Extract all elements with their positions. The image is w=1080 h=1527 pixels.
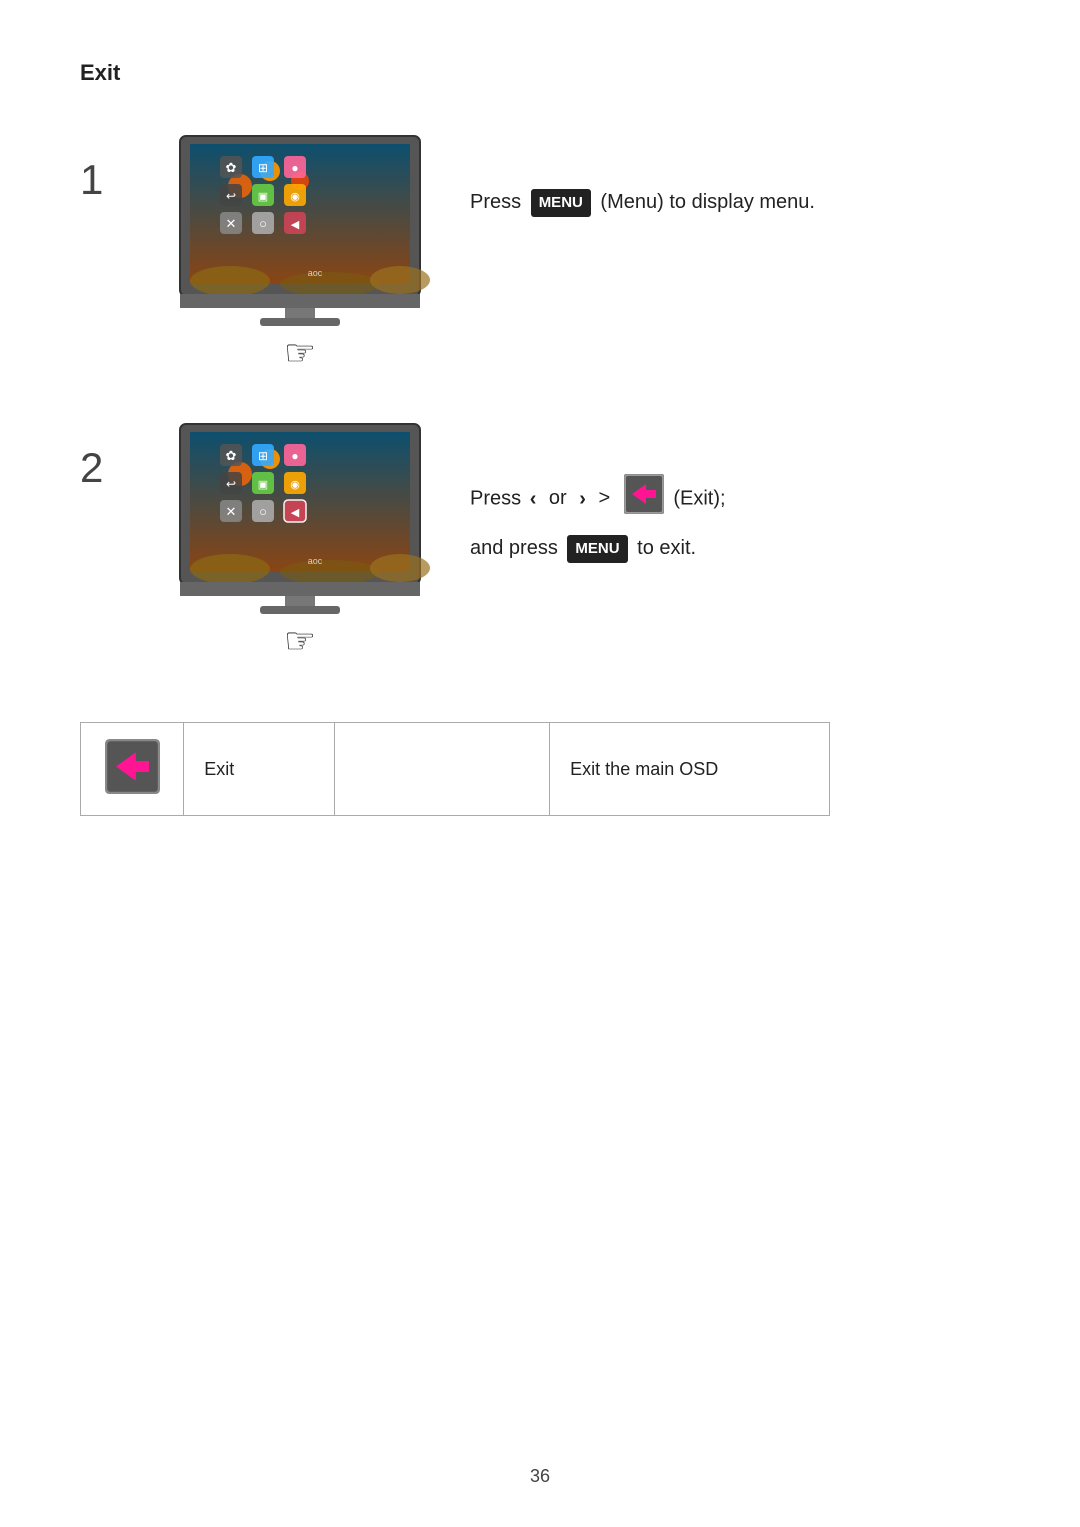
table-exit-icon [105,739,160,794]
svg-text:⊞: ⊞ [258,161,268,175]
step2-or-text: or [549,487,567,509]
table-row: Exit Exit the main OSD [81,723,830,816]
svg-text:↩: ↩ [226,189,236,203]
info-table: Exit Exit the main OSD [80,722,830,816]
step-2-image: ✿ ⊞ ● ↩ ▣ ◉ ✕ ○ [170,414,430,662]
step2-to-exit: to exit. [637,537,696,559]
svg-text:○: ○ [259,216,267,231]
step-2-number: 2 [80,444,130,492]
table-label-cell: Exit [184,723,335,816]
step2-chevron-left: ‹ [530,483,537,515]
svg-text:✿: ✿ [226,448,237,463]
page-content: Exit 1 [0,0,1080,876]
svg-text:◀: ◀ [291,219,300,231]
table-icon-cell [81,723,184,816]
hand-icon-1: ☞ [284,332,316,374]
monitor-1-svg: ✿ ⊞ ● ↩ ▣ ◉ ✕ ○ [170,126,430,326]
step-1-number: 1 [80,156,130,204]
svg-text:●: ● [291,161,298,175]
step2-chevron-right: › [579,483,586,515]
step2-and-press: and press [470,537,558,559]
step1-menu-badge: MENU [531,189,591,217]
svg-text:↩: ↩ [226,477,236,491]
svg-text:●: ● [291,449,298,463]
step1-rest-text: (Menu) to display menu. [600,191,815,213]
monitor-2-svg: ✿ ⊞ ● ↩ ▣ ◉ ✕ ○ [170,414,430,614]
step1-press-text: Press [470,191,521,213]
svg-text:◉: ◉ [290,479,300,491]
svg-text:◀: ◀ [291,507,300,519]
section-title: Exit [80,60,1000,86]
svg-text:◉: ◉ [290,191,300,203]
step2-press-text: Press [470,487,521,509]
svg-text:▣: ▣ [258,191,268,203]
step-1-text: Press MENU (Menu) to display menu. [470,126,1000,218]
steps-container: 1 [80,126,1000,662]
step2-exit-paren: (Exit); [673,487,725,509]
svg-text:○: ○ [259,504,267,519]
svg-text:⊞: ⊞ [258,449,268,463]
table-desc-cell: Exit the main OSD [550,723,830,816]
svg-text:✕: ✕ [226,216,237,231]
svg-text:✕: ✕ [226,504,237,519]
step-2-text: Press ‹ or › > [470,414,1000,564]
step-1-row: 1 [80,126,1000,374]
svg-text:aoc: aoc [308,556,323,566]
page-number: 36 [530,1466,550,1487]
step-1-image: ✿ ⊞ ● ↩ ▣ ◉ ✕ ○ [170,126,430,374]
step2-to-select-text: > [599,487,611,509]
table-blank-cell [334,723,549,816]
step-2-row: 2 [80,414,1000,662]
svg-text:▣: ▣ [258,479,268,491]
svg-text:✿: ✿ [226,160,237,175]
hand-icon-2: ☞ [284,620,316,662]
svg-text:aoc: aoc [308,268,323,278]
exit-icon-inline [624,474,664,524]
step2-menu-badge: MENU [567,535,627,563]
